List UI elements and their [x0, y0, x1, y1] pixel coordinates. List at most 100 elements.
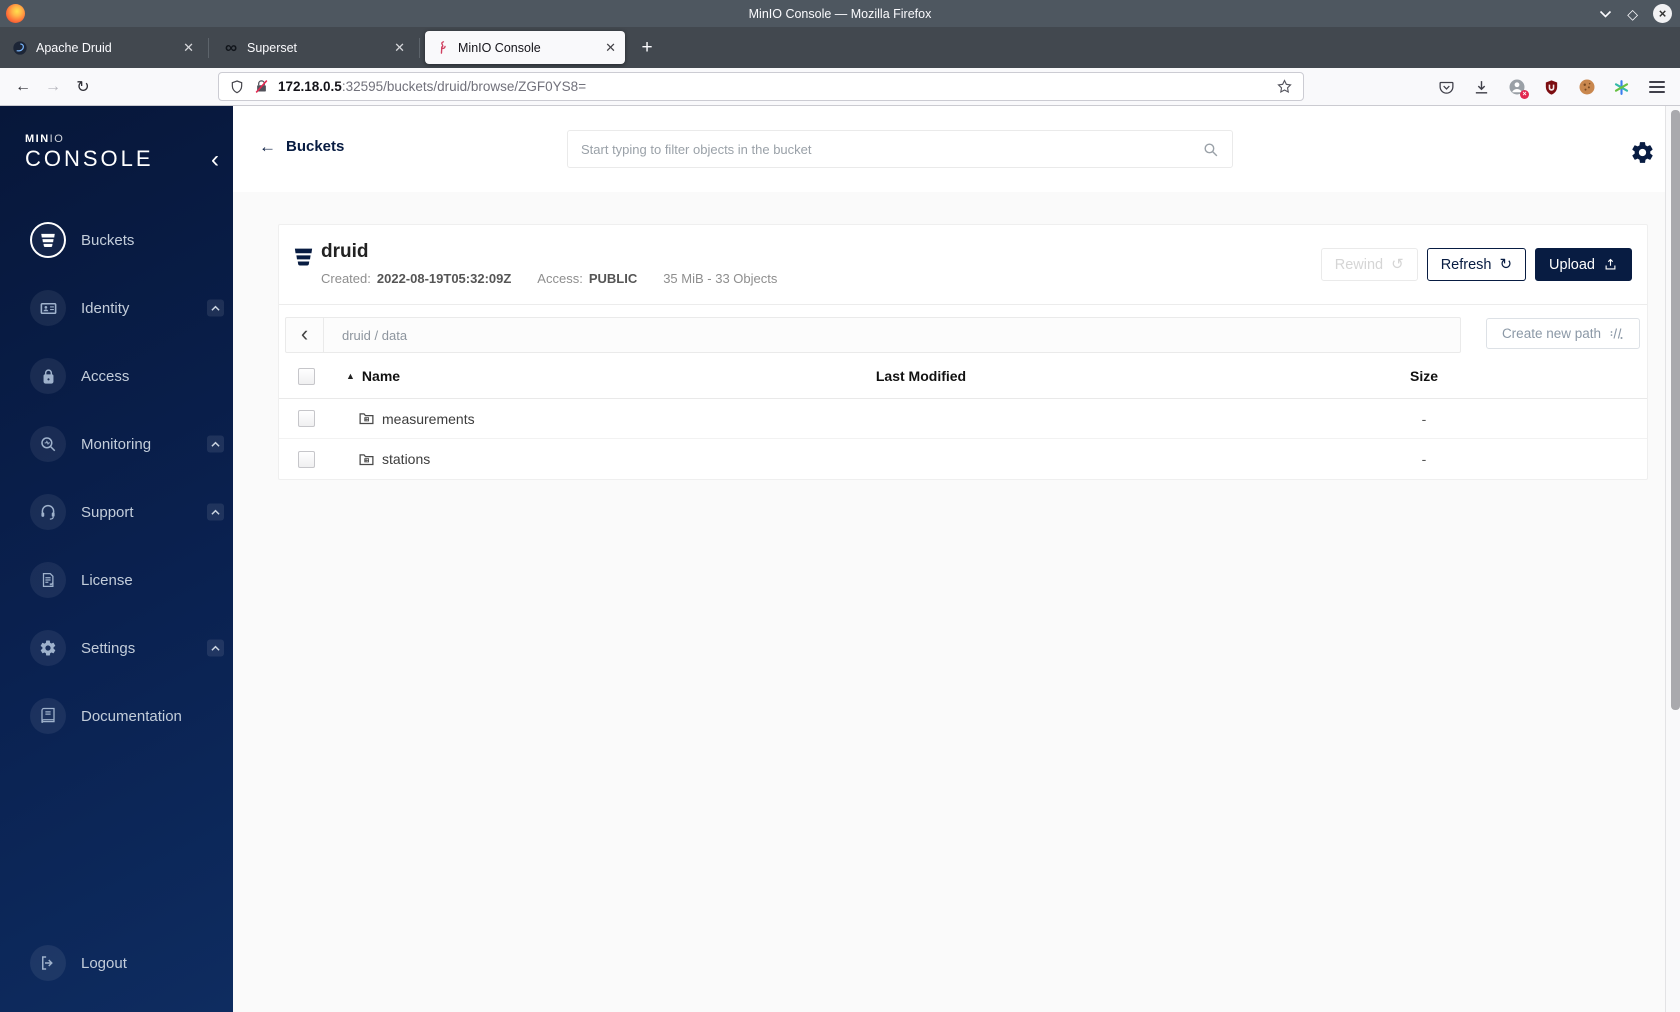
breadcrumb-path[interactable]: druid / data — [342, 328, 407, 343]
sidebar-menu: Buckets Identity Access Monitoring Suppo… — [0, 222, 233, 766]
close-window-icon[interactable]: × — [1653, 4, 1672, 23]
superset-logo-icon: ∞ — [224, 38, 238, 57]
url-bar[interactable]: 172.18.0.5:32595/buckets/druid/browse/ZG… — [218, 72, 1304, 101]
tab-label: Apache Druid — [36, 40, 112, 55]
bucket-icon — [292, 245, 315, 268]
rewind-button[interactable]: Rewind ↺ — [1320, 248, 1418, 281]
sidebar-item-identity[interactable]: Identity — [0, 290, 233, 326]
tab-apache-druid[interactable]: Apache Druid ✕ — [3, 31, 203, 64]
refresh-button[interactable]: Refresh ↻ — [1426, 248, 1527, 281]
bucket-actions: Rewind ↺ Refresh ↻ Upload — [1320, 248, 1632, 281]
chevron-up-icon[interactable] — [207, 639, 224, 657]
sidebar-item-license[interactable]: License — [0, 562, 233, 598]
rewind-label: Rewind — [1334, 256, 1384, 273]
pocket-icon[interactable] — [1437, 78, 1456, 97]
window-title: MinIO Console — Mozilla Firefox — [748, 6, 932, 21]
tab-superset[interactable]: ∞ Superset ✕ — [214, 31, 414, 64]
tab-close-icon[interactable]: ✕ — [183, 40, 194, 56]
sidebar-item-label: Settings — [81, 639, 136, 657]
col-header-size[interactable]: Size — [1379, 368, 1469, 384]
object-name[interactable]: stations — [382, 451, 430, 467]
object-filter-input[interactable] — [581, 141, 1202, 157]
shield-icon[interactable] — [229, 79, 245, 95]
search-icon — [1202, 141, 1219, 158]
object-size: - — [1421, 410, 1427, 427]
table-row[interactable]: measurements - — [279, 399, 1647, 439]
chevron-up-icon[interactable] — [207, 435, 224, 453]
id-card-icon — [30, 290, 66, 326]
new-tab-button[interactable]: + — [631, 32, 663, 64]
new-path-icon — [1609, 326, 1624, 341]
object-name[interactable]: measurements — [382, 411, 475, 427]
main-content: ← Buckets Start typing to filter objects… — [233, 106, 1665, 1012]
ublock-origin-icon[interactable] — [1542, 78, 1561, 97]
asterisk-extension-icon[interactable] — [1612, 78, 1631, 97]
url-text[interactable]: 172.18.0.5:32595/buckets/druid/browse/ZG… — [278, 79, 586, 94]
tab-strip: Apache Druid ✕ ∞ Superset ✕ MinIO Consol… — [0, 27, 1680, 68]
logout-label: Logout — [81, 954, 127, 972]
objects-table: ▲ Name Last Modified Size measurements - — [279, 354, 1647, 479]
back-label: Buckets — [286, 138, 345, 155]
forward-button[interactable]: → — [38, 78, 68, 96]
downloads-icon[interactable] — [1472, 78, 1491, 97]
firefox-icon — [6, 4, 25, 23]
rewind-icon: ↺ — [1391, 256, 1404, 273]
bucket-meta: Created: 2022-08-19T05:32:09Z Access: PU… — [321, 271, 777, 286]
bucket-icon — [30, 222, 66, 258]
object-size: - — [1421, 451, 1427, 467]
logout-icon — [30, 945, 66, 981]
col-header-modified[interactable]: Last Modified — [796, 368, 1046, 384]
page-scrollbar[interactable] — [1665, 106, 1680, 1012]
folder-icon — [358, 410, 375, 427]
menu-hamburger-icon[interactable] — [1647, 78, 1666, 97]
create-new-path-button[interactable]: Create new path — [1485, 318, 1640, 349]
table-row[interactable]: stations - — [279, 439, 1647, 479]
select-all-checkbox[interactable] — [298, 367, 315, 385]
license-doc-icon — [30, 562, 66, 598]
scrollbar-thumb[interactable] — [1671, 110, 1680, 710]
row-checkbox[interactable] — [298, 410, 315, 427]
chevron-up-icon[interactable] — [207, 299, 224, 317]
sidebar-item-documentation[interactable]: Documentation — [0, 698, 233, 734]
cookie-extension-icon[interactable] — [1577, 78, 1596, 97]
col-header-name[interactable]: Name — [362, 368, 400, 384]
refresh-icon: ↻ — [1499, 256, 1513, 273]
maximize-icon[interactable]: ◇ — [1627, 7, 1638, 21]
sidebar-collapse-icon[interactable]: ‹ — [211, 148, 219, 172]
sidebar-item-settings[interactable]: Settings — [0, 630, 233, 666]
sidebar-item-support[interactable]: Support — [0, 494, 233, 530]
sort-ascending-icon[interactable]: ▲ — [346, 371, 355, 381]
row-checkbox[interactable] — [298, 450, 315, 468]
back-button[interactable]: ← — [8, 78, 38, 96]
tab-close-icon[interactable]: ✕ — [394, 40, 405, 56]
minio-logo: MINIO CONSOLE — [0, 106, 233, 172]
minio-sidebar: MINIO CONSOLE ‹ Buckets Identity Access … — [0, 106, 233, 1012]
insecure-lock-icon[interactable] — [254, 79, 269, 94]
sidebar-item-monitoring[interactable]: Monitoring — [0, 426, 233, 462]
tab-minio-console[interactable]: MinIO Console ✕ — [425, 31, 625, 64]
upload-button[interactable]: Upload — [1535, 248, 1632, 281]
sidebar-item-buckets[interactable]: Buckets — [0, 222, 233, 258]
minimize-icon[interactable] — [1599, 10, 1612, 18]
chevron-up-icon[interactable] — [207, 503, 224, 521]
back-arrow-icon: ← — [259, 137, 276, 156]
path-back-chevron[interactable]: ‹ — [286, 318, 324, 352]
tab-close-icon[interactable]: ✕ — [605, 40, 616, 56]
page-header: ← Buckets — [233, 106, 1665, 192]
extension-account-icon[interactable]: × — [1507, 78, 1529, 99]
access-label: Access: — [537, 271, 583, 286]
breadcrumb-bar: ‹ druid / data — [285, 317, 1461, 353]
reload-button[interactable]: ↻ — [68, 77, 98, 97]
sidebar-item-access[interactable]: Access — [0, 358, 233, 394]
headset-icon — [30, 494, 66, 530]
created-label: Created: — [321, 271, 371, 286]
buckets-back-link[interactable]: ← Buckets — [259, 138, 344, 155]
druid-logo-icon — [12, 40, 28, 56]
settings-gear-icon[interactable] — [1630, 140, 1655, 165]
bookmark-star-icon[interactable] — [1276, 78, 1293, 95]
upload-label: Upload — [1549, 256, 1595, 273]
firefox-window: MinIO Console — Mozilla Firefox ◇ × Apac… — [0, 0, 1680, 1012]
window-controls: ◇ × — [1599, 0, 1672, 27]
sidebar-item-label: Access — [81, 367, 130, 385]
logout-button[interactable]: Logout — [0, 945, 233, 981]
